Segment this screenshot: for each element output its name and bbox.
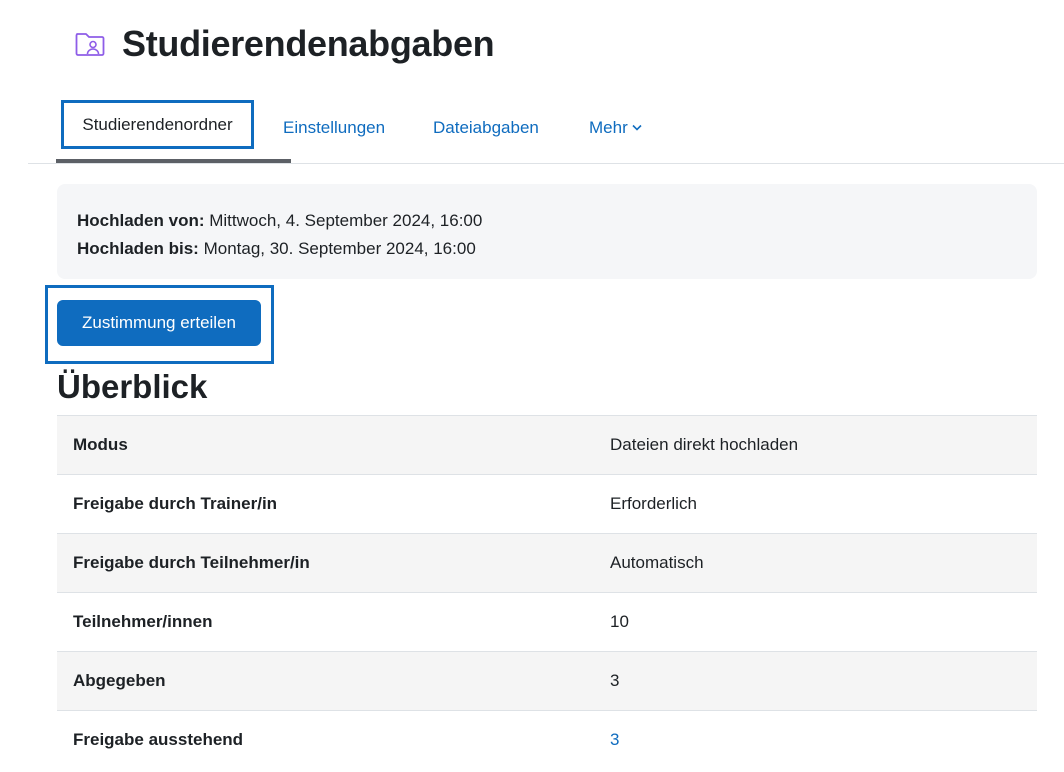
upload-from-value: Mittwoch, 4. September 2024, 16:00 [204, 211, 483, 230]
upload-dates-box: Hochladen von: Mittwoch, 4. September 20… [57, 184, 1037, 279]
row-label: Abgegeben [73, 671, 166, 690]
page: Studierendenabgaben Studierendenordner E… [0, 0, 1064, 772]
secondary-navigation: Studierendenordner Einstellungen Dateiab… [28, 96, 1064, 164]
upload-from-label: Hochladen von: [77, 211, 205, 230]
table-row: Freigabe durch Trainer/in Erforderlich [57, 474, 1037, 534]
tab-label: Mehr [589, 118, 628, 137]
upload-to-value: Montag, 30. September 2024, 16:00 [198, 239, 476, 258]
tab-studierendenordner[interactable]: Studierendenordner [61, 100, 254, 149]
row-label: Freigabe ausstehend [73, 730, 244, 750]
row-label: Teilnehmer/innen [73, 612, 213, 631]
tab-einstellungen[interactable]: Einstellungen [283, 100, 385, 156]
page-header: Studierendenabgaben [74, 22, 495, 66]
table-row: Freigabe durch Teilnehmer/in Automatisch [57, 533, 1037, 593]
tab-label: Einstellungen [283, 118, 386, 137]
tab-label: Studierendenordner [82, 114, 233, 134]
upload-from-line: Hochladen von: Mittwoch, 4. September 20… [77, 207, 1017, 235]
table-row: Teilnehmer/innen 10 [57, 592, 1037, 652]
give-consent-button[interactable]: Zustimmung erteilen [57, 300, 261, 346]
overview-heading: Überblick [57, 368, 208, 405]
pending-approval-link[interactable]: 3 [610, 730, 619, 749]
row-value: 3 [610, 671, 620, 690]
upload-to-line: Hochladen bis: Montag, 30. September 202… [77, 235, 1017, 263]
tab-label: Dateiabgaben [433, 118, 539, 137]
active-tab-indicator [56, 159, 291, 163]
page-title: Studierendenabgaben [122, 23, 495, 64]
row-label: Modus [73, 435, 128, 454]
row-value: 10 [610, 612, 629, 631]
row-value: Erforderlich [610, 494, 697, 513]
tab-dateiabgaben[interactable]: Dateiabgaben [433, 100, 539, 156]
row-label: Freigabe durch Teilnehmer/in [73, 553, 310, 572]
row-value: Automatisch [610, 553, 704, 572]
table-row: Freigabe ausstehend 3 [57, 710, 1037, 770]
row-label: Freigabe durch Trainer/in [73, 494, 278, 513]
tab-mehr-dropdown[interactable]: Mehr [589, 100, 642, 156]
chevron-down-icon [632, 120, 642, 134]
table-row: Abgegeben 3 [57, 651, 1037, 711]
row-value: Dateien direkt hochladen [610, 435, 799, 454]
overview-table: Modus Dateien direkt hochladen Freigabe … [57, 415, 1037, 770]
upload-to-label: Hochladen bis: [77, 239, 199, 258]
folder-user-icon [74, 28, 106, 60]
row-value-cell: 3 [594, 711, 1037, 770]
table-row: Modus Dateien direkt hochladen [57, 415, 1037, 475]
